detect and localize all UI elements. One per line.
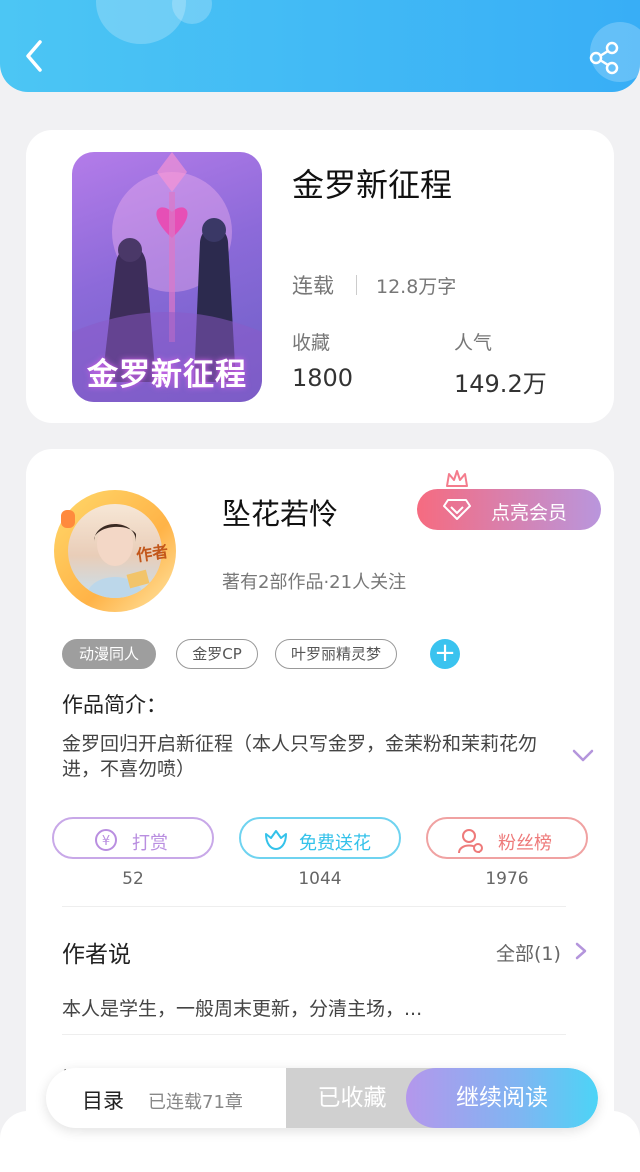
intro-text: 金罗回归开启新征程（本人只写金罗，金茉粉和茉莉花勿进，不喜勿喷） [62,733,538,780]
tag-anime-fanfic[interactable]: 动漫同人 [62,639,156,669]
fan-count: 1976 [485,869,529,889]
chevron-left-icon [26,40,42,72]
author-details-card: 作者 坠花若怜 著有2部作品·21人关注 点亮会员 动漫同人 金罗CP 叶罗丽精… [26,449,614,1169]
favorited-label: 已收藏 [317,1085,387,1111]
author-name[interactable]: 坠花若怜 [222,491,338,533]
fans-user-icon [458,829,483,854]
popularity-count: 149.2万 [454,370,547,398]
fan-ranking-label: 粉丝榜 [498,833,552,854]
status-divider [356,275,357,295]
fan-ranking-button[interactable]: 粉丝榜 [426,817,588,859]
chevron-right-icon[interactable] [574,941,588,961]
reward-label: 打赏 [132,833,168,854]
toc-button[interactable]: 目录 [82,1085,124,1115]
plus-icon: + [434,638,456,668]
reward-count: 52 [122,869,144,889]
vip-activate-button[interactable]: 点亮会员 [417,489,601,530]
author-says-heading: 作者说 [62,942,131,968]
flower-count: 1044 [298,869,342,889]
section-divider [62,906,566,907]
share-icon [589,41,619,75]
author-says-all-link[interactable]: 全部(1) [496,939,561,966]
book-word-count: 12.8万字 [376,276,457,298]
send-flower-button[interactable]: 免费送花 [239,817,401,859]
chevron-down-icon[interactable] [570,747,596,765]
lantern-icon [61,510,75,528]
book-cover[interactable]: 金罗新征程 [72,152,262,402]
section-divider [62,1034,566,1035]
svg-text:¥: ¥ [102,834,110,849]
chapter-count: 已连载71章 [148,1092,243,1113]
author-says-text[interactable]: 本人是学生，一般周末更新，分清主场，... [62,994,422,1021]
add-tag-button[interactable]: + [430,639,460,669]
intro-heading: 作品简介： [62,693,167,717]
book-title: 金罗新征程 [292,166,453,204]
diamond-icon [443,499,471,520]
crown-icon [446,470,468,487]
continue-reading-button[interactable]: 继续阅读 [406,1068,598,1128]
book-status: 连载 [292,274,334,298]
bottom-action-bar: 目录 已连载71章 已收藏 继续阅读 [46,1068,598,1128]
vip-button-label: 点亮会员 [491,502,568,524]
cover-title-text: 金罗新征程 [87,357,247,393]
share-button[interactable] [588,40,622,76]
popularity-label: 人气 [454,332,493,354]
reward-button[interactable]: ¥ 打赏 [52,817,214,859]
send-flower-label: 免费送花 [299,833,371,854]
favorites-label: 收藏 [292,332,331,354]
back-button[interactable] [18,36,52,76]
tag-series[interactable]: 叶罗丽精灵梦 [275,639,397,669]
author-meta: 著有2部作品·21人关注 [222,572,407,593]
book-info-card: 金罗新征程 金罗新征程 连载 12.8万字 收藏 1800 人气 149.2万 [26,130,614,423]
author-avatar[interactable]: 作者 [54,490,176,612]
tag-cp[interactable]: 金罗CP [176,639,258,669]
header-bar [0,0,640,92]
yen-coin-icon: ¥ [95,829,117,851]
avatar-author-tag: 作者 [135,541,170,566]
flower-icon [265,830,287,850]
favorites-count: 1800 [292,364,354,392]
